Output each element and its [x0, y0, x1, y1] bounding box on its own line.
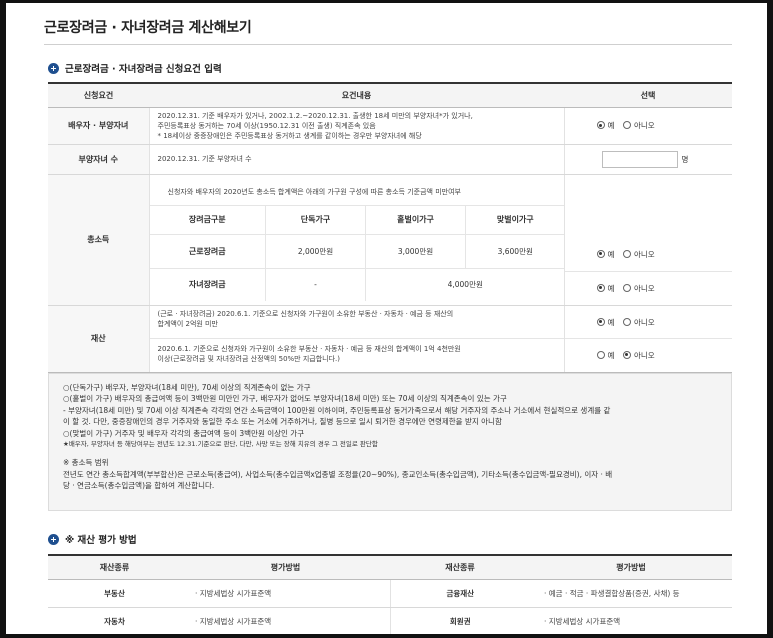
eval-method: · 지방세법상 시가표준액	[181, 579, 391, 608]
threshold-value: 2,000만원	[265, 234, 366, 269]
note-line: 당 · 연금소득(총수입금액)을 합하여 계산합니다.	[63, 481, 215, 491]
section-title: 근로장려금 · 자녀장려금 신청요건 입력	[65, 64, 222, 75]
radio-checked-icon	[622, 350, 631, 359]
col-header-method: 평가방법	[181, 554, 390, 580]
table-row-income: 총소득 신청자와 배우자의 2020년도 총소득 합계액은 아래의 가구원 구성…	[48, 174, 732, 306]
children-count-input[interactable]	[601, 150, 678, 168]
radio-checked-icon	[596, 249, 605, 258]
radio-spouse-yes[interactable]: 예	[596, 121, 614, 130]
property-kind: 부동산	[48, 579, 181, 608]
plus-circle-icon	[48, 533, 59, 545]
note-line: ※ 총소득 범위	[63, 458, 109, 468]
row-label-property: 재산	[48, 305, 150, 373]
note-line: - 부양자녀(18세 미만) 및 70세 이상 직계존속 각각의 연간 소득금액…	[63, 405, 611, 415]
col-header-requirement: 신청요건	[48, 82, 149, 108]
income-content: 신청자와 배우자의 2020년도 총소득 합계액은 아래의 가구원 구성에 따른…	[149, 174, 565, 306]
row-label-spouse: 배우자 · 부양자녀	[48, 107, 150, 145]
children-count-cell: 명	[564, 144, 732, 175]
col-header-kind: 재산종류	[48, 554, 181, 580]
income-intro: 신청자와 배우자의 2020년도 총소득 합계액은 아래의 가구원 구성에 따른…	[149, 178, 564, 206]
children-unit: 명	[681, 154, 689, 164]
radio-unchecked-icon	[622, 249, 631, 258]
eval-method: · 지방세법상 시가표준액	[530, 607, 732, 634]
radio-group-spouse: 예 아니오	[564, 107, 732, 145]
radio-income-child-no[interactable]: 아니오	[622, 283, 655, 293]
radio-unchecked-icon	[622, 317, 631, 326]
inner-row-label-child: 자녀장려금	[149, 268, 266, 301]
row-text-children: 2020.12.31. 기준 부양자녀 수	[149, 144, 565, 175]
note-line: ★배우자, 부양자녀 등 해당여부는 전년도 12.31.기준으로 판단, 다만…	[63, 440, 378, 449]
table-row-children: 부양자녀 수 2020.12.31. 기준 부양자녀 수 명	[48, 144, 732, 175]
note-line: ○(맞벌이 가구) 거주자 및 배우자 각각의 총급여액 등이 3백만원 이상인…	[63, 428, 305, 438]
eval-method: · 지방세법상 시가표준액	[181, 607, 391, 634]
radio-checked-icon	[596, 283, 605, 292]
property-kind: 회원권	[390, 607, 530, 634]
col-header-content: 요건내용	[149, 82, 564, 108]
section-header-requirements: 근로장려금 · 자녀장려금 신청요건 입력	[48, 61, 222, 75]
note-line: 이 할 것. 다만, 중증장애인의 경우 거주자와 동일한 주소 또는 거소에 …	[63, 417, 502, 427]
radio-property1-yes[interactable]: 예	[596, 317, 614, 327]
inner-header-single-earner: 홑벌이가구	[365, 206, 466, 235]
notes-box: ○(단독가구) 배우자, 부양자녀(18세 미만), 70세 이상의 직계존속이…	[48, 373, 732, 511]
table-row-spouse: 배우자 · 부양자녀 2020.12.31. 기준 배우자가 있거나, 2002…	[48, 107, 732, 145]
radio-unchecked-icon	[596, 350, 605, 359]
property-kind: 금융재산	[390, 579, 530, 608]
threshold-value: 3,000만원	[365, 234, 466, 269]
radio-property2-yes[interactable]: 예	[596, 350, 614, 360]
plus-circle-icon	[48, 62, 59, 74]
title-divider	[44, 44, 732, 45]
inner-row-label-work: 근로장려금	[149, 234, 266, 269]
radio-checked-icon	[596, 317, 605, 326]
table-row: 부동산 · 지방세법상 시가표준액 금융재산 · 예금 · 적금 · 파생결합상…	[48, 579, 732, 608]
radio-checked-icon	[596, 121, 605, 129]
radio-income-work-yes[interactable]: 예	[596, 249, 614, 259]
radio-unchecked-icon	[622, 283, 631, 292]
eval-method: · 예금 · 적금 · 파생결합상품(증권, 사채) 등	[530, 579, 732, 608]
row-text-spouse: 2020.12.31. 기준 배우자가 있거나, 2002.1.2.~2020.…	[149, 107, 565, 145]
radio-income-work-no[interactable]: 아니오	[622, 249, 655, 259]
section-title: ※ 재산 평가 방법	[65, 535, 137, 546]
radio-property2-no[interactable]: 아니오	[622, 350, 655, 360]
table-row: 자동차 · 지방세법상 시가표준액 회원권 · 지방세법상 시가표준액	[48, 607, 732, 634]
radio-spouse-no[interactable]: 아니오	[622, 121, 655, 130]
radio-group-income: 예 아니오 예 아니오	[564, 174, 732, 306]
note-line: ○(홑벌이 가구) 배우자의 총급여액 등이 3백만원 미만인 가구, 배우자가…	[63, 394, 507, 404]
property-content: (근로 · 자녀장려금) 2020.6.1. 기준으로 신청자와 가구원이 소유…	[149, 305, 565, 373]
table-row-property: 재산 (근로 · 자녀장려금) 2020.6.1. 기준으로 신청자와 가구원이…	[48, 305, 732, 373]
radio-unchecked-icon	[622, 121, 631, 129]
radio-income-child-yes[interactable]: 예	[596, 283, 614, 293]
inner-header-type: 장려금구분	[149, 206, 266, 235]
inner-header-single: 단독가구	[265, 206, 366, 235]
inner-header-dual-earner: 맞벌이가구	[465, 206, 565, 235]
property-kind: 자동차	[48, 607, 181, 634]
col-header-kind: 재산종류	[390, 554, 530, 580]
page-title: 근로장려금 · 자녀장려금 계산해보기	[44, 20, 252, 36]
requirements-table: 신청요건 요건내용 선택 배우자 · 부양자녀 2020.12.31. 기준 배…	[48, 82, 732, 373]
threshold-value: 4,000만원	[447, 280, 483, 290]
section-header-property-eval: ※ 재산 평가 방법	[48, 532, 137, 546]
radio-property1-no[interactable]: 아니오	[622, 317, 655, 327]
note-line: 전년도 연간 총소득합계액(부부합산)은 근로소득(총급여), 사업소득(총수입…	[63, 469, 613, 479]
row-label-children: 부양자녀 수	[48, 144, 150, 175]
note-line: ○(단독가구) 배우자, 부양자녀(18세 미만), 70세 이상의 직계존속이…	[63, 383, 311, 392]
col-header-select: 선택	[564, 82, 732, 108]
property-eval-table: 재산종류 평가방법 재산종류 평가방법 부동산 · 지방세법상 시가표준액 금융…	[48, 554, 732, 634]
threshold-value: 3,600만원	[465, 234, 565, 269]
radio-group-property: 예 아니오 예 아니오	[564, 305, 732, 373]
threshold-value: -	[265, 268, 366, 301]
col-header-method: 평가방법	[530, 554, 732, 580]
window-frame: 근로장려금 · 자녀장려금 계산해보기 근로장려금 · 자녀장려금 신청요건 입…	[0, 0, 773, 638]
income-threshold-table: 장려금구분 단독가구 홑벌이가구 맞벌이가구 근로장려금 2,000만원 3,0…	[149, 206, 565, 301]
row-label-income: 총소득	[48, 174, 150, 306]
